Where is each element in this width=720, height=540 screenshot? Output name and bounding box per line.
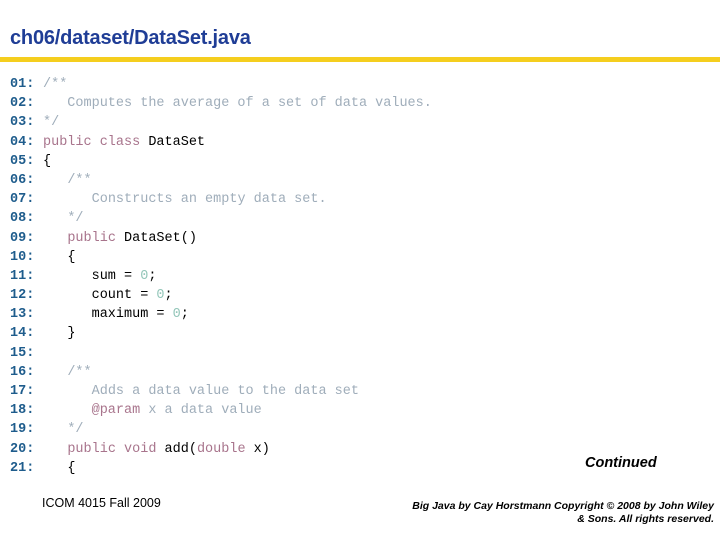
code-token-id: sum =	[91, 268, 141, 284]
code-token-com: /**	[43, 77, 68, 92]
code-line-number: 15:	[10, 345, 35, 361]
code-line-number: 05:	[10, 153, 35, 169]
code-line: 16: /**	[10, 363, 710, 382]
code-line-number: 18:	[10, 403, 35, 419]
code-token-id: add(	[164, 441, 197, 457]
code-line: 03: */	[10, 113, 710, 132]
code-line: 09: public DataSet()	[10, 229, 710, 248]
code-token-com: */	[67, 211, 84, 227]
code-line: 01: /**	[10, 75, 710, 94]
code-line: 08: */	[10, 209, 710, 228]
page-title: ch06/dataset/DataSet.java	[10, 27, 251, 49]
code-line-number: 09:	[10, 230, 35, 246]
copyright-line-2: & Sons. All rights reserved.	[577, 513, 714, 525]
code-line: 04: public class DataSet	[10, 133, 710, 152]
code-line-number: 07:	[10, 192, 35, 208]
continued-label: Continued	[585, 455, 657, 471]
code-token-id: count =	[91, 288, 157, 304]
code-line-number: 16:	[10, 364, 35, 380]
code-token-punc: ;	[180, 307, 189, 323]
code-token-com: Constructs an empty data set.	[67, 192, 327, 208]
code-line: 18: @param x a data value	[10, 401, 710, 420]
code-line: 17: Adds a data value to the data set	[10, 382, 710, 401]
code-token-com: Adds a data value to the data set	[67, 384, 359, 399]
code-line-number: 20:	[10, 441, 35, 457]
code-token-kw: public class	[43, 134, 149, 150]
code-line-number: 13:	[10, 307, 35, 323]
code-line-number: 11:	[10, 268, 35, 284]
code-token-kw: double	[196, 441, 246, 457]
code-token-id: DataSet()	[124, 230, 197, 246]
code-line-number: 14:	[10, 326, 35, 342]
code-line-number: 17:	[10, 384, 35, 399]
code-line-number: 21:	[10, 460, 35, 476]
copyright-footer: Big Java by Cay Horstmann Copyright © 20…	[294, 500, 714, 526]
code-line: 11: sum = 0;	[10, 267, 710, 286]
code-token-punc: ;	[164, 288, 173, 304]
code-line-number: 03:	[10, 115, 35, 131]
code-token-num: 0	[156, 288, 165, 304]
code-token-id: x)	[245, 441, 270, 457]
code-token-com: Computes the average of a set of data va…	[43, 96, 432, 112]
code-line-number: 19:	[10, 422, 35, 438]
code-line: 14: }	[10, 324, 710, 343]
code-token-id: DataSet	[148, 134, 206, 150]
code-line-number: 02:	[10, 96, 35, 112]
code-token-punc: {	[43, 153, 52, 169]
code-line-number: 10:	[10, 249, 35, 265]
code-token-com: */	[43, 115, 60, 131]
code-line: 13: maximum = 0;	[10, 305, 710, 324]
code-token-num: 0	[172, 307, 181, 323]
code-line: 19: */	[10, 420, 710, 439]
code-line: 02: Computes the average of a set of dat…	[10, 94, 710, 113]
code-token-com: x a data value	[140, 403, 262, 419]
code-line-number: 01:	[10, 77, 35, 92]
code-token-punc: ;	[148, 268, 157, 284]
code-line: 15:	[10, 344, 710, 363]
code-token-com: /**	[67, 364, 92, 380]
code-token-punc: {	[67, 460, 76, 476]
code-token-punc: }	[67, 326, 76, 342]
course-footer: ICOM 4015 Fall 2009	[42, 496, 161, 510]
code-token-com: /**	[67, 172, 92, 188]
code-line-number: 12:	[10, 288, 35, 304]
code-line: 05: {	[10, 152, 710, 171]
code-line-number: 06:	[10, 172, 35, 188]
copyright-line-1: Big Java by Cay Horstmann Copyright © 20…	[412, 500, 714, 512]
code-token-kw: public	[67, 230, 125, 246]
code-line-number: 08:	[10, 211, 35, 227]
code-token-kw: public void	[67, 441, 165, 457]
code-line: 06: /**	[10, 171, 710, 190]
code-line-number: 04:	[10, 134, 35, 150]
code-listing: 01: /** 02: Computes the average of a set …	[10, 75, 710, 478]
code-line: 07: Constructs an empty data set.	[10, 190, 710, 209]
title-divider-rule	[0, 57, 720, 62]
code-token-tag: @param	[91, 403, 141, 419]
code-token-id: maximum =	[91, 307, 173, 323]
code-line: 10: {	[10, 248, 710, 267]
code-token-punc: {	[67, 249, 76, 265]
code-token-com: */	[67, 422, 84, 438]
code-line: 12: count = 0;	[10, 286, 710, 305]
